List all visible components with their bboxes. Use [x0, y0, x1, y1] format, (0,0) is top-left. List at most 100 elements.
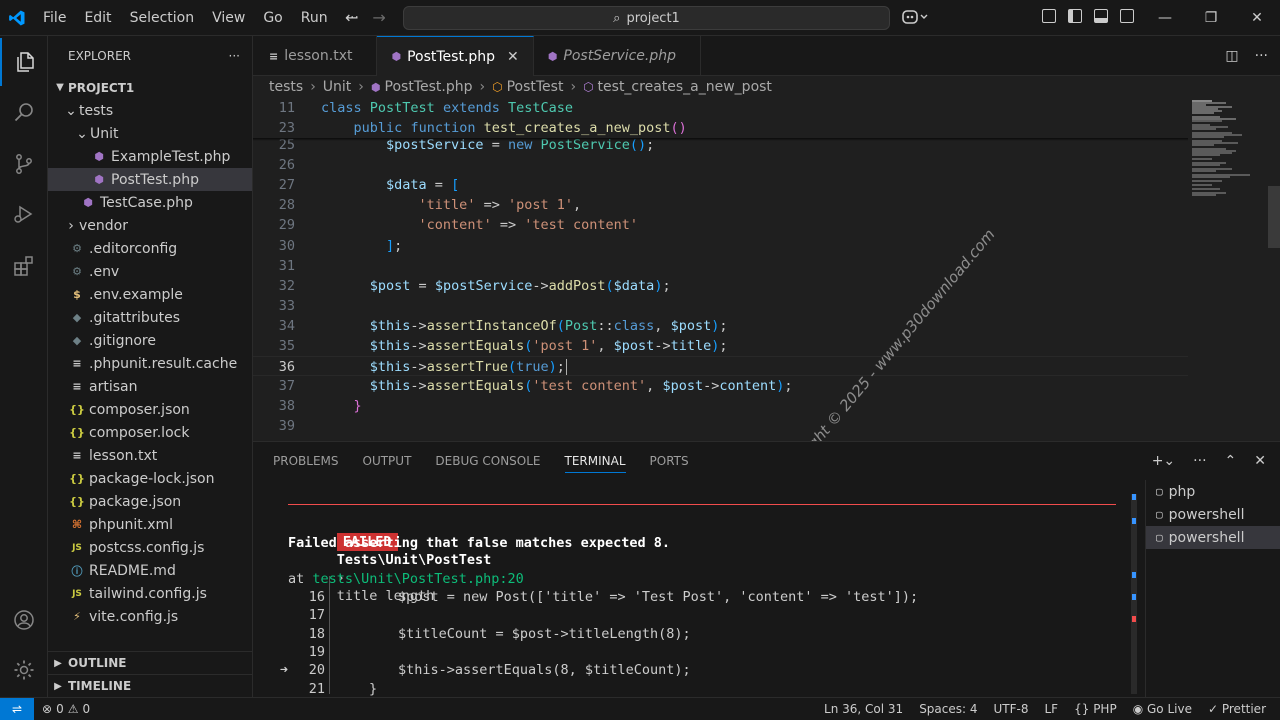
- new-terminal-icon[interactable]: +⌄: [1152, 453, 1175, 469]
- cursor-position[interactable]: Ln 36, Col 31: [824, 702, 903, 716]
- close-panel-icon[interactable]: ✕: [1254, 453, 1266, 469]
- restore-icon[interactable]: ❐: [1188, 0, 1234, 36]
- code-line[interactable]: 27 $data = [: [253, 175, 1188, 195]
- tree-file[interactable]: $ .env.example: [48, 283, 252, 306]
- command-center-search[interactable]: ⌕ project1: [403, 6, 890, 30]
- code-line[interactable]: 29 'content' => 'test content': [253, 215, 1188, 235]
- breadcrumb-item[interactable]: PostTest.php: [385, 79, 473, 95]
- menu-file[interactable]: File: [34, 0, 75, 36]
- editor-tab[interactable]: ⬢ PostTest.php ✕: [377, 36, 534, 76]
- tree-file[interactable]: JS postcss.config.js: [48, 536, 252, 559]
- tree-file[interactable]: ⚙ .env: [48, 260, 252, 283]
- toggle-secondary-sidebar-icon[interactable]: [1120, 9, 1134, 23]
- tree-file[interactable]: ≡ lesson.txt: [48, 444, 252, 467]
- code-line[interactable]: 28 'title' => 'post 1',: [253, 195, 1188, 215]
- forward-arrow-icon[interactable]: →: [372, 8, 385, 27]
- project-folder[interactable]: ▼ PROJECT1: [48, 76, 252, 99]
- close-window-icon[interactable]: ✕: [1234, 0, 1280, 36]
- tree-file[interactable]: ⬢ ExampleTest.php: [48, 145, 252, 168]
- indentation[interactable]: Spaces: 4: [919, 702, 977, 716]
- code-line[interactable]: 26: [253, 155, 1188, 175]
- toggle-sidebar-icon[interactable]: [1068, 9, 1082, 23]
- tree-file[interactable]: {} composer.lock: [48, 421, 252, 444]
- copilot-icon[interactable]: [902, 9, 928, 29]
- tree-folder[interactable]: › vendor: [48, 214, 252, 237]
- prettier-status[interactable]: ✓ Prettier: [1208, 702, 1266, 716]
- panel-tab-problems[interactable]: PROBLEMS: [273, 454, 339, 468]
- editor-tab[interactable]: ⬢ PostService.php: [534, 36, 702, 76]
- panel-tab-debug-console[interactable]: DEBUG CONSOLE: [435, 454, 540, 468]
- terminal-scrollbar[interactable]: [1131, 494, 1137, 694]
- tree-file[interactable]: ⌘ phpunit.xml: [48, 513, 252, 536]
- code-line[interactable]: 35 $this->assertEquals('post 1', $post->…: [253, 336, 1188, 356]
- editor-tab[interactable]: ≡ lesson.txt: [253, 36, 378, 76]
- extensions-icon[interactable]: [0, 242, 48, 290]
- breadcrumb-item[interactable]: PostTest: [507, 79, 564, 95]
- code-line[interactable]: 34 $this->assertInstanceOf(Post::class, …: [253, 316, 1188, 336]
- panel-tab-ports[interactable]: PORTS: [650, 454, 689, 468]
- minimize-icon[interactable]: —: [1142, 0, 1188, 36]
- toggle-panel-icon[interactable]: [1094, 9, 1108, 23]
- tree-file[interactable]: {} composer.json: [48, 398, 252, 421]
- timeline-section[interactable]: ▶ TIMELINE: [48, 674, 252, 697]
- tree-file[interactable]: {} package-lock.json: [48, 467, 252, 490]
- sticky-code-line[interactable]: 23 public function test_creates_a_new_po…: [253, 118, 1188, 138]
- language-mode[interactable]: {} PHP: [1074, 702, 1117, 716]
- menu-run[interactable]: Run: [292, 0, 337, 36]
- code-line[interactable]: 37 $this->assertEquals('test content', $…: [253, 376, 1188, 396]
- code-line[interactable]: 36 $this->assertTrue(true);: [253, 356, 1188, 377]
- encoding[interactable]: UTF-8: [994, 702, 1029, 716]
- tree-file[interactable]: ◆ .gitignore: [48, 329, 252, 352]
- tree-file[interactable]: ⚡ vite.config.js: [48, 605, 252, 628]
- terminal-instance[interactable]: ▢ powershell: [1146, 503, 1280, 526]
- remote-indicator-icon[interactable]: ⇌: [0, 697, 34, 720]
- tree-folder[interactable]: ⌄ Unit: [48, 122, 252, 145]
- sticky-code-line[interactable]: 11 class PostTest extends TestCase: [253, 98, 1188, 118]
- code-line[interactable]: 39: [253, 416, 1188, 436]
- code-editor[interactable]: 25 $postService = new PostService(); 26 27…: [253, 98, 1280, 441]
- search-icon[interactable]: [0, 88, 48, 136]
- tree-file[interactable]: ≡ artisan: [48, 375, 252, 398]
- split-editor-icon[interactable]: ◫: [1225, 48, 1238, 64]
- menu-edit[interactable]: Edit: [75, 0, 120, 36]
- failure-location[interactable]: tests\Unit\PostTest.php:20: [312, 571, 523, 587]
- code-line[interactable]: 31: [253, 256, 1188, 276]
- minimap[interactable]: [1188, 98, 1268, 441]
- back-arrow-icon[interactable]: ←: [345, 8, 358, 27]
- explorer-icon[interactable]: [0, 38, 48, 86]
- tree-file[interactable]: ≡ .phpunit.result.cache: [48, 352, 252, 375]
- tree-file[interactable]: ◆ .gitattributes: [48, 306, 252, 329]
- menu-view[interactable]: View: [203, 0, 254, 36]
- code-line[interactable]: 32 $post = $postService->addPost($data);: [253, 276, 1188, 296]
- maximize-panel-icon[interactable]: ⌃: [1225, 453, 1237, 469]
- breadcrumb-item[interactable]: Unit: [323, 79, 352, 95]
- terminal-instance[interactable]: ▢ powershell: [1146, 526, 1280, 549]
- more-actions-icon[interactable]: ···: [1255, 48, 1268, 64]
- manage-gear-icon[interactable]: [0, 646, 48, 694]
- terminal-output[interactable]: FAILED Tests\Unit\PostTest › title lengt…: [253, 480, 1133, 698]
- end-of-line[interactable]: LF: [1044, 702, 1058, 716]
- outline-section[interactable]: ▶ OUTLINE: [48, 651, 252, 674]
- tree-file[interactable]: ⬢ PostTest.php: [48, 168, 252, 191]
- run-debug-icon[interactable]: [0, 190, 48, 238]
- tree-file[interactable]: JS tailwind.config.js: [48, 582, 252, 605]
- more-actions-icon[interactable]: ···: [229, 49, 240, 63]
- tree-file[interactable]: ⓘ README.md: [48, 559, 252, 582]
- panel-tab-terminal[interactable]: TERMINAL: [564, 454, 626, 473]
- editor-scrollbar[interactable]: [1268, 186, 1280, 248]
- menu-go[interactable]: Go: [254, 0, 291, 36]
- breadcrumb-item[interactable]: test_creates_a_new_post: [598, 79, 772, 95]
- menu-selection[interactable]: Selection: [121, 0, 204, 36]
- go-live-button[interactable]: ◉ Go Live: [1133, 702, 1192, 716]
- tree-folder[interactable]: ⌄ tests: [48, 99, 252, 122]
- account-icon[interactable]: [0, 596, 48, 644]
- tree-file[interactable]: {} package.json: [48, 490, 252, 513]
- terminal-instance[interactable]: ▢ php: [1146, 480, 1280, 503]
- close-tab-icon[interactable]: ✕: [507, 49, 519, 65]
- customize-layout-icon[interactable]: [1042, 9, 1056, 23]
- code-line[interactable]: 38 }: [253, 396, 1188, 416]
- source-control-icon[interactable]: [0, 140, 48, 188]
- tree-file[interactable]: ⬢ TestCase.php: [48, 191, 252, 214]
- code-line[interactable]: 33: [253, 296, 1188, 316]
- more-actions-icon[interactable]: ···: [1193, 453, 1206, 469]
